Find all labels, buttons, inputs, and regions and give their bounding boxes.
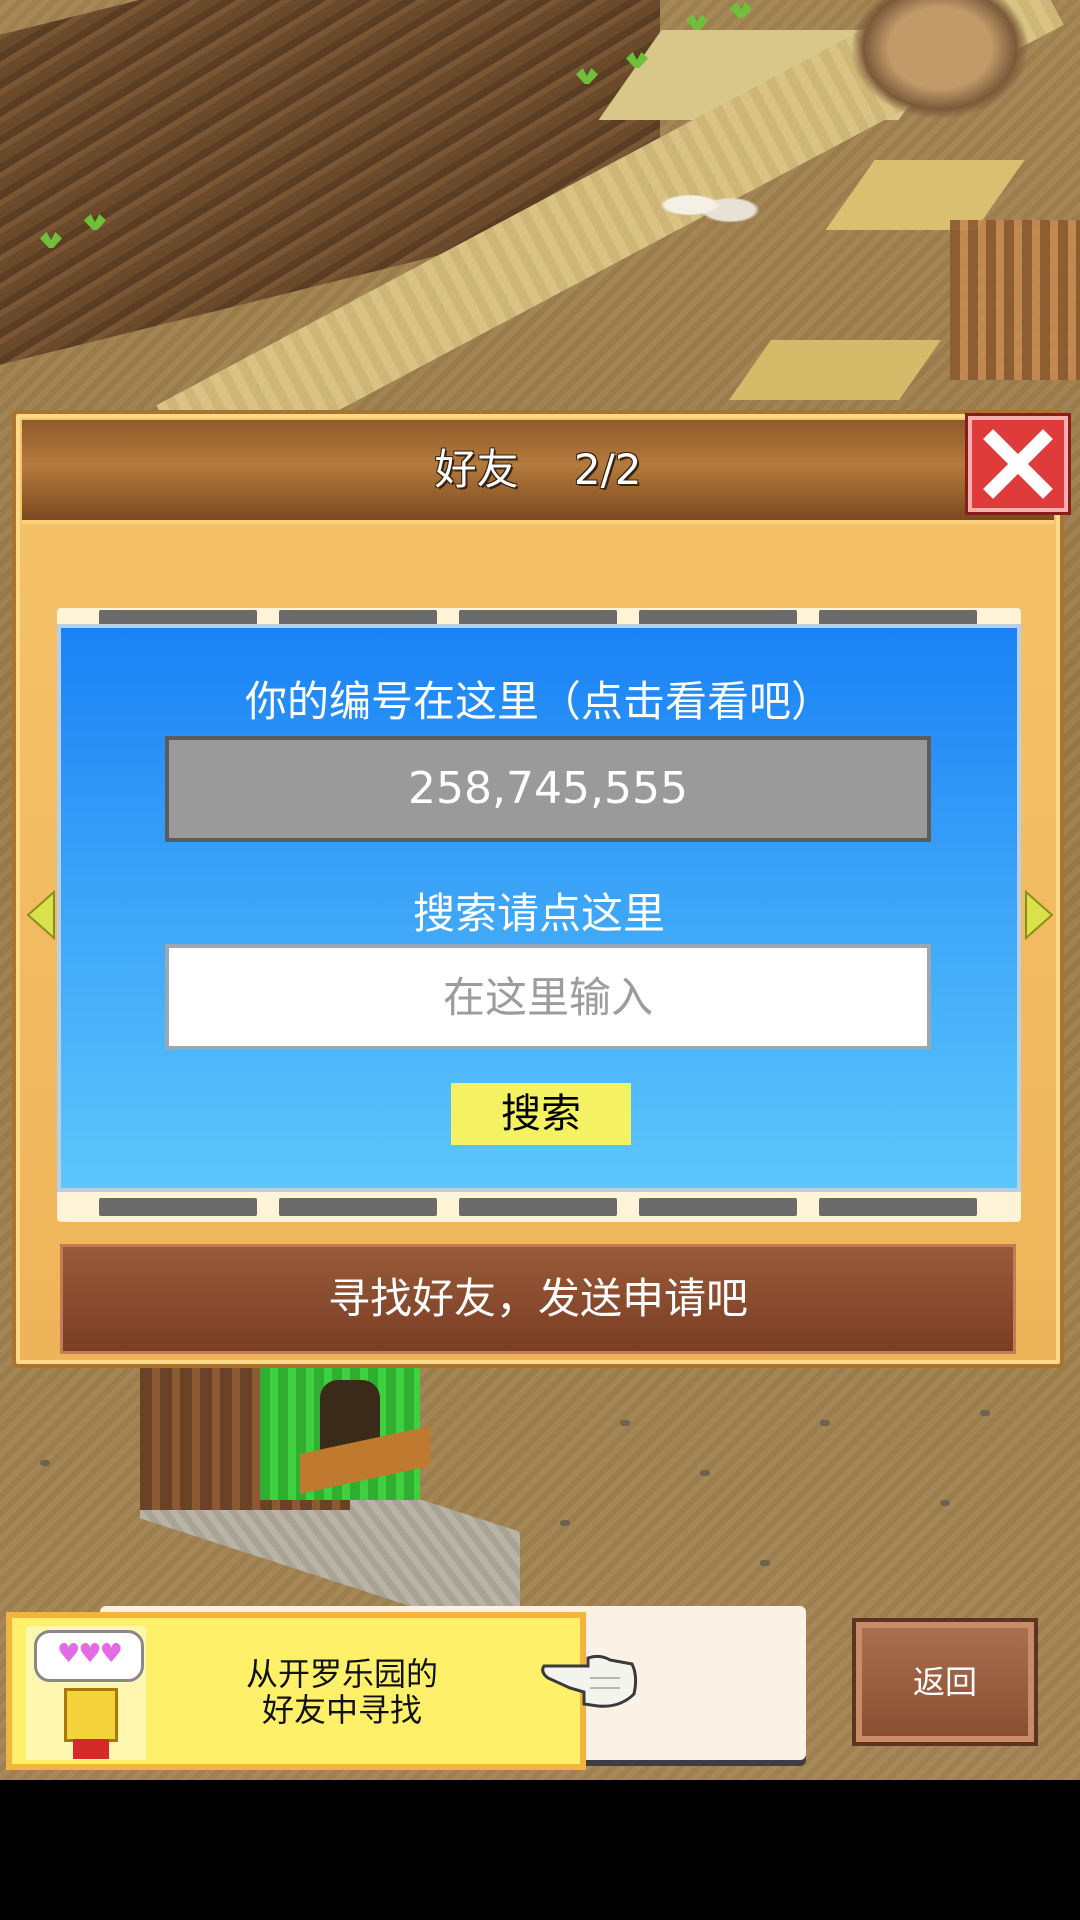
search-panel: 你的编号在这里（点击看看吧） 258,745,555 搜索请点这里 搜索 bbox=[57, 624, 1021, 1192]
kairo-robot-icon bbox=[64, 1688, 118, 1759]
arrow-left-icon[interactable] bbox=[26, 889, 56, 941]
search-input[interactable] bbox=[165, 944, 931, 1050]
close-x-icon bbox=[983, 429, 1053, 499]
bones-pile bbox=[660, 180, 760, 230]
hint-text: 从开罗乐园的 好友中寻找 bbox=[245, 1655, 438, 1729]
sprout-icon bbox=[730, 2, 752, 18]
search-label: 搜索请点这里 bbox=[412, 889, 665, 938]
search-button[interactable]: 搜索 bbox=[451, 1083, 631, 1145]
arrow-right-icon[interactable] bbox=[1024, 889, 1054, 941]
pointing-hand-icon bbox=[541, 1654, 638, 1708]
dialog-header: 好友 2/2 bbox=[22, 420, 1054, 524]
sand-patch-2 bbox=[728, 340, 942, 400]
rock-formation bbox=[850, 0, 1030, 120]
your-id-label: 你的编号在这里（点击看看吧） bbox=[244, 677, 833, 726]
sprout-icon bbox=[686, 14, 708, 30]
shop-building bbox=[80, 1360, 520, 1642]
kairo-friends-hint-card[interactable]: ♥♥♥ 从开罗乐园的 好友中寻找 bbox=[6, 1612, 586, 1770]
send-request-button[interactable]: 寻找好友，发送申请吧 bbox=[60, 1244, 1016, 1354]
avatar: ♥♥♥ bbox=[26, 1626, 146, 1760]
dialog-title: 好友 2/2 bbox=[434, 445, 642, 494]
your-id-value[interactable]: 258,745,555 bbox=[165, 736, 931, 842]
close-button[interactable] bbox=[965, 413, 1071, 515]
hearts-bubble: ♥♥♥ bbox=[34, 1630, 144, 1682]
back-button[interactable]: 返回 bbox=[852, 1618, 1038, 1746]
wooden-fence bbox=[950, 220, 1080, 380]
